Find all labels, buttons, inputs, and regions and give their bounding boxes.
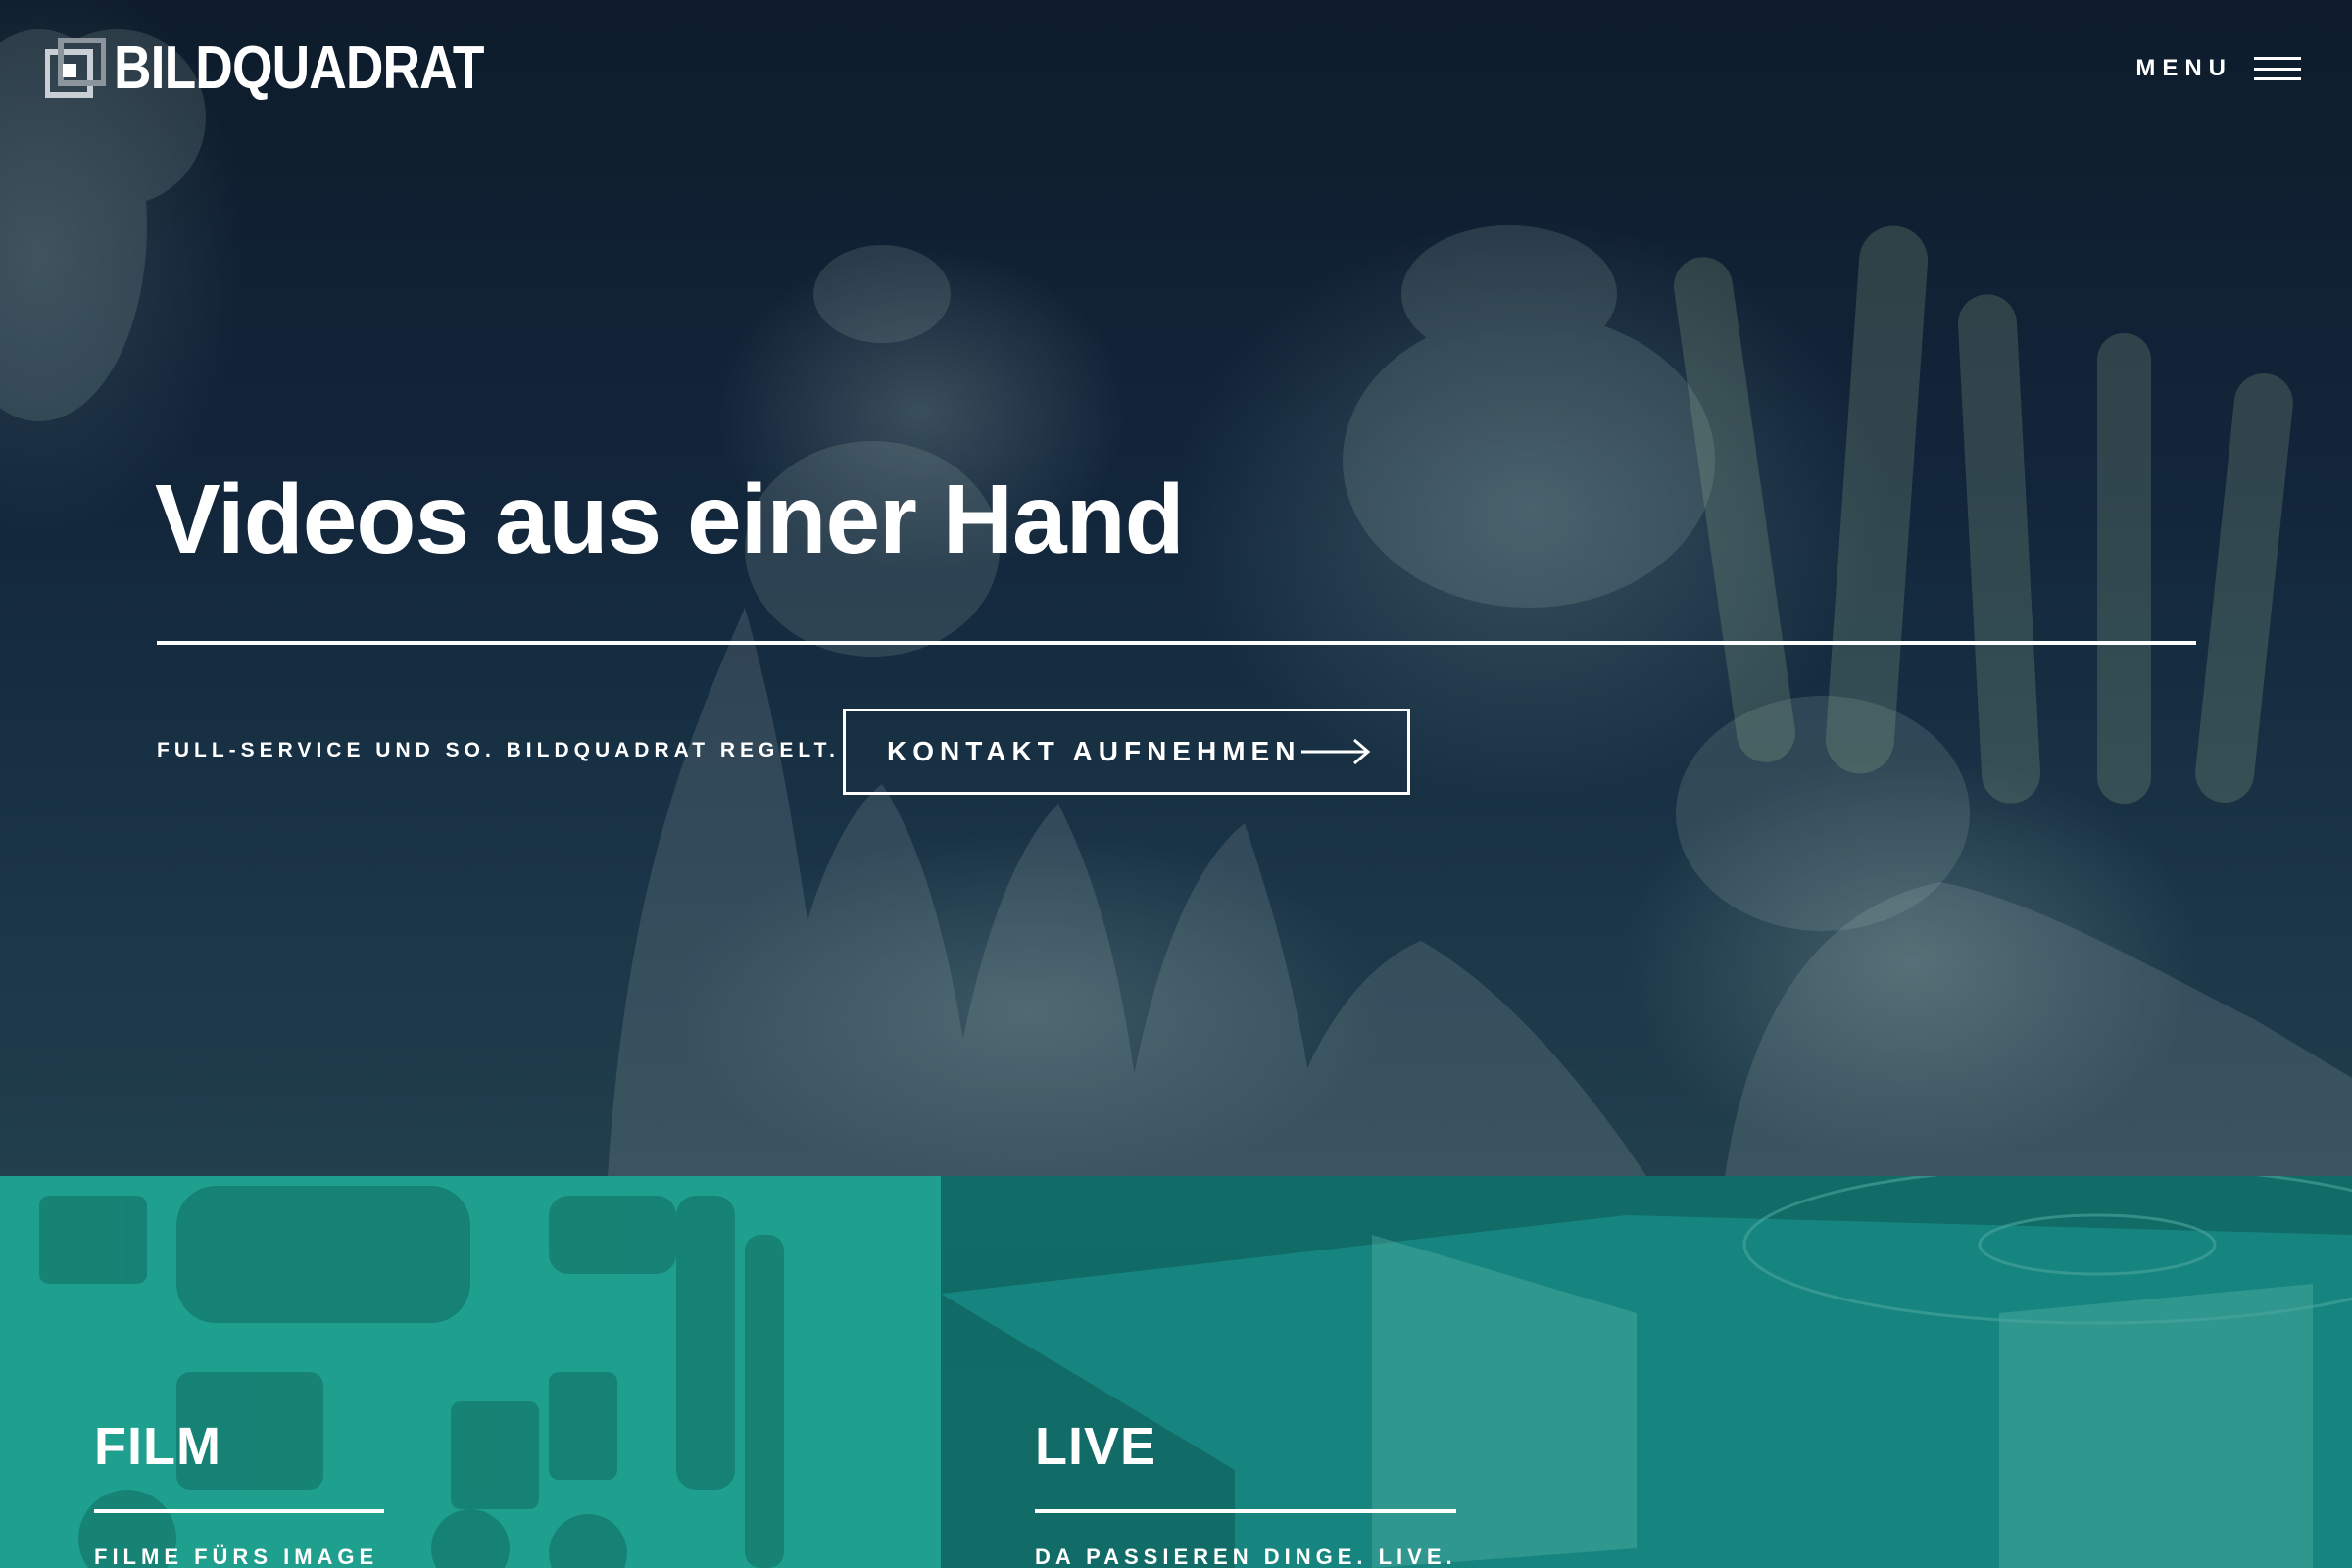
tile-live[interactable]: LIVE DA PASSIEREN DINGE. LIVE. — [941, 1176, 2352, 1568]
tile-live-subtitle: DA PASSIEREN DINGE. LIVE. — [1035, 1544, 1457, 1568]
tile-film-subtitle: FILME FÜRS IMAGE — [94, 1544, 379, 1568]
tile-live-divider — [1035, 1509, 1456, 1513]
hero-tagline: FULL-SERVICE UND SO. BILDQUADRAT REGELT. — [157, 739, 841, 761]
arrow-right-icon — [1301, 738, 1371, 765]
menu-button[interactable]: MENU — [2135, 55, 2301, 82]
tile-film[interactable]: FILM FILME FÜRS IMAGE — [0, 1176, 941, 1568]
tile-film-title: FILM — [94, 1417, 221, 1476]
square-logo-icon — [45, 38, 106, 98]
hero-section: BILDQUADRAT MENU Videos aus einer Hand F… — [0, 0, 2352, 1176]
contact-button[interactable]: KONTAKT AUFNEHMEN — [843, 709, 1410, 795]
hamburger-icon — [2254, 57, 2301, 80]
brand-name: BILDQUADRAT — [114, 34, 484, 102]
tile-live-title: LIVE — [1035, 1417, 1157, 1476]
hero-background-image — [0, 29, 2352, 1176]
hero-divider — [157, 641, 2196, 645]
hero-title: Videos aus einer Hand — [155, 465, 1185, 574]
menu-label: MENU — [2135, 55, 2232, 81]
contact-button-label: KONTAKT AUFNEHMEN — [887, 736, 1301, 766]
tile-film-divider — [94, 1509, 384, 1513]
brand-logo[interactable]: BILDQUADRAT — [45, 35, 544, 102]
